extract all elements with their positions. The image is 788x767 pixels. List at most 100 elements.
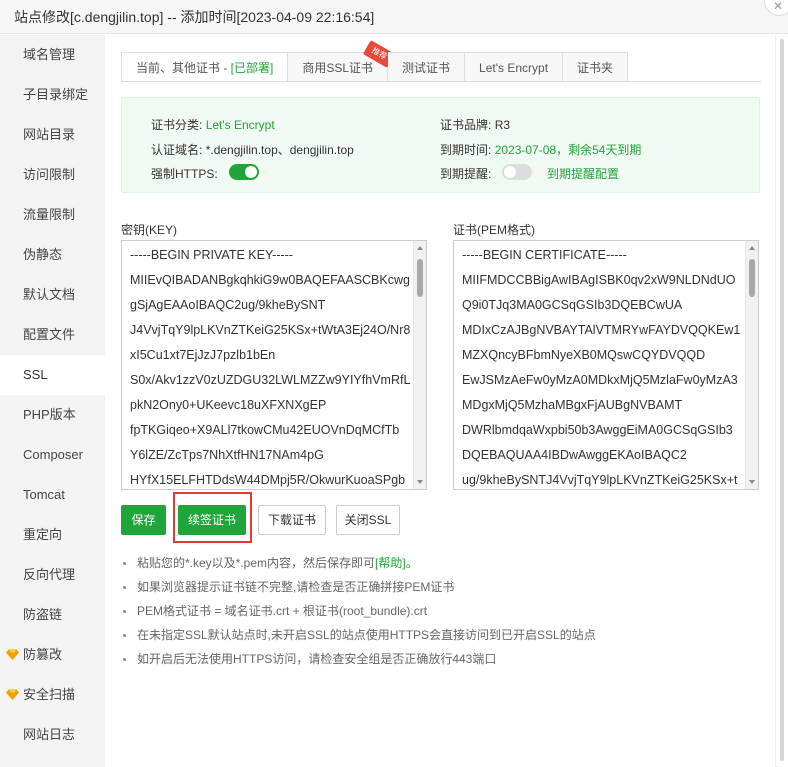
tab-lets-encrypt[interactable]: Let's Encrypt bbox=[465, 52, 564, 82]
download-cert-button[interactable]: 下载证书 bbox=[258, 505, 326, 535]
sidebar-item-label: 重定向 bbox=[23, 527, 63, 542]
cert-expire-value: 2023-07-08，剩余54天到期 bbox=[494, 143, 642, 157]
sidebar-item[interactable]: 防篡改 bbox=[0, 635, 105, 675]
expire-remind-config-link[interactable]: 到期提醒配置 bbox=[547, 165, 619, 182]
text-line: pkN2Ony0+UKeevc18uXFXNXgEP bbox=[130, 398, 327, 412]
tab-divider bbox=[121, 81, 761, 82]
tip-item: 如果浏览器提示证书链不完整,请检查是否正确拼接PEM证书 bbox=[121, 575, 761, 599]
sidebar-item-label: 子目录绑定 bbox=[23, 87, 89, 102]
scroll-thumb[interactable] bbox=[749, 259, 755, 297]
text-line: J4VvjTqY9lpLKVnZTKeiG25KSx+tWtA3Ej24O/Nr… bbox=[130, 323, 411, 337]
force-https-label: 强制HTTPS: bbox=[151, 167, 218, 181]
sidebar-item-label: SSL bbox=[23, 367, 48, 382]
page-scrollbar[interactable] bbox=[775, 35, 788, 767]
tab-commercial-ssl[interactable]: 商用SSL证书 推荐 bbox=[288, 40, 396, 82]
cert-brand: 证书品牌: R3 bbox=[440, 118, 511, 132]
text-line: EwJSMzAeFw0yMzA0MDkxMjQ5MzlaFw0yMzA3 bbox=[462, 373, 738, 387]
window-titlebar: 站点修改[c.dengjilin.top] -- 添加时间[2023-04-09… bbox=[0, 0, 788, 34]
sidebar-item[interactable]: 网站日志 bbox=[0, 715, 105, 755]
text-line: MIIFMDCCBBigAwIBAgISBK0qv2xW9NLDNdUO bbox=[462, 273, 736, 287]
tips-list: 粘贴您的*.key以及*.pem内容，然后保存即可[帮助]。 如果浏览器提示证书… bbox=[121, 551, 761, 671]
text-line: -----BEGIN PRIVATE KEY----- bbox=[130, 248, 293, 262]
sidebar-item[interactable]: 子目录绑定 bbox=[0, 75, 105, 115]
tip-item: 如开启后无法使用HTTPS访问，请检查安全组是否正确放行443端口 bbox=[121, 647, 761, 671]
key-content: -----BEGIN PRIVATE KEY----- MIIEvQIBADANB… bbox=[122, 243, 426, 489]
text-line: Y6lZE/ZcTps7NhXtfHN17NAm4pG bbox=[130, 448, 324, 462]
sidebar-item[interactable]: 反向代理 bbox=[0, 555, 105, 595]
key-scrollbar[interactable] bbox=[413, 241, 426, 489]
close-icon[interactable]: ✕ bbox=[773, 0, 783, 13]
sidebar-item-label: 域名管理 bbox=[23, 47, 76, 62]
text-line: ug/9kheBySNTJ4VvjTqY9lpLKVnZTKeiG25KSx+t bbox=[462, 473, 738, 487]
sidebar-item-label: 防篡改 bbox=[23, 647, 63, 662]
sidebar-item[interactable]: 默认文档 bbox=[0, 275, 105, 315]
scroll-down-icon[interactable] bbox=[749, 480, 755, 484]
close-ssl-button[interactable]: 关闭SSL bbox=[336, 505, 400, 535]
sidebar-item[interactable]: 流量限制 bbox=[0, 195, 105, 235]
toggle-knob bbox=[245, 166, 257, 178]
close-button[interactable]: ✕ bbox=[764, 0, 788, 16]
cert-info-box: 证书分类: Let's Encrypt 认证域名: *.dengjilin.to… bbox=[121, 97, 760, 193]
cert-label: 证书(PEM格式) bbox=[453, 223, 535, 237]
sidebar: 域名管理子目录绑定网站目录访问限制流量限制伪静态默认文档配置文件 SSL PHP版本… bbox=[0, 35, 105, 767]
force-https-toggle[interactable] bbox=[229, 164, 259, 180]
tab-cert-folder[interactable]: 证书夹 bbox=[563, 52, 629, 82]
sidebar-item[interactable]: 配置文件 bbox=[0, 315, 105, 355]
tab-current-cert[interactable]: 当前、其他证书 - [已部署] bbox=[121, 52, 289, 82]
key-label: 密钥(KEY) bbox=[121, 223, 178, 237]
save-button[interactable]: 保存 bbox=[121, 505, 166, 535]
sidebar-item-label: 配置文件 bbox=[23, 327, 76, 342]
sidebar-item[interactable]: 安全扫描 bbox=[0, 675, 105, 715]
cert-brand-value: R3 bbox=[494, 118, 511, 132]
tip-item: 在未指定SSL默认站点时,未开启SSL的站点使用HTTPS会直接访问到已开启SS… bbox=[121, 623, 761, 647]
sidebar-item-label: Composer bbox=[23, 447, 83, 462]
cert-textarea[interactable]: -----BEGIN CERTIFICATE----- MIIFMDCCBBigA… bbox=[453, 240, 759, 490]
key-textarea[interactable]: -----BEGIN PRIVATE KEY----- MIIEvQIBADANB… bbox=[121, 240, 427, 490]
ssl-panel: 当前、其他证书 - [已部署] 商用SSL证书 推荐 测试证书 Let's En… bbox=[105, 35, 775, 767]
tip-item: 粘贴您的*.key以及*.pem内容，然后保存即可[帮助]。 bbox=[121, 551, 761, 575]
text-line: Q9i0TJq3MA0GCSqGSIb3DQEBCwUA bbox=[462, 298, 683, 312]
tab-current-cert-label: 当前、其他证书 - bbox=[136, 61, 231, 75]
window-title: 站点修改[c.dengjilin.top] -- 添加时间[2023-04-09… bbox=[14, 9, 375, 25]
text-line: MDIxCzAJBgNVBAYTAlVTMRYwFAYDVQQKEw1 bbox=[462, 323, 741, 337]
ssl-tabs: 当前、其他证书 - [已部署] 商用SSL证书 推荐 测试证书 Let's En… bbox=[121, 40, 629, 82]
vip-gem-icon bbox=[6, 689, 19, 700]
sidebar-item-label: 流量限制 bbox=[23, 207, 76, 222]
sidebar-item-label: 访问限制 bbox=[23, 167, 76, 182]
text-line: MZXQncyBFbmNyeXB0MQswCQYDVQQD bbox=[462, 348, 706, 362]
cert-category-value: Let's Encrypt bbox=[205, 118, 275, 132]
sidebar-item[interactable]: 防盗链 bbox=[0, 595, 105, 635]
scroll-thumb[interactable] bbox=[417, 259, 423, 297]
cert-scrollbar[interactable] bbox=[745, 241, 758, 489]
vip-gem-icon bbox=[6, 649, 19, 660]
sidebar-item-label: 网站日志 bbox=[23, 727, 76, 742]
scroll-up-icon[interactable] bbox=[417, 246, 423, 250]
sidebar-item[interactable]: 重定向 bbox=[0, 515, 105, 555]
sidebar-item[interactable]: 网站目录 bbox=[0, 115, 105, 155]
expire-remind-toggle[interactable] bbox=[502, 164, 532, 180]
sidebar-item[interactable]: SSL bbox=[0, 355, 105, 395]
sidebar-item[interactable]: 访问限制 bbox=[0, 155, 105, 195]
sidebar-item[interactable]: PHP版本 bbox=[0, 395, 105, 435]
text-line: MIIEvQIBADANBgkqhkiG9w0BAQEFAASCBKcwg bbox=[130, 273, 410, 287]
sidebar-item-label: 网站目录 bbox=[23, 127, 76, 142]
sidebar-item-label: 伪静态 bbox=[23, 247, 63, 262]
text-line: gSjAgEAAoIBAQC2ug/9kheBySNT bbox=[130, 298, 326, 312]
cert-domain: 认证域名: *.dengjilin.top、dengjilin.top bbox=[151, 143, 354, 157]
sidebar-item-label: 反向代理 bbox=[23, 567, 76, 582]
sidebar-item[interactable]: 伪静态 bbox=[0, 235, 105, 275]
help-link[interactable]: [帮助] bbox=[375, 556, 406, 570]
deployed-status: [已部署] bbox=[230, 61, 274, 75]
sidebar-item[interactable]: Composer bbox=[0, 435, 105, 475]
sidebar-item-label: 安全扫描 bbox=[23, 687, 76, 702]
scroll-down-icon[interactable] bbox=[417, 480, 423, 484]
scroll-up-icon[interactable] bbox=[749, 246, 755, 250]
sidebar-item[interactable]: 域名管理 bbox=[0, 35, 105, 75]
page-scroll-thumb[interactable] bbox=[780, 39, 784, 761]
text-line: fpTKGiqeo+X9ALl7tkowCMu42EUOVnDqMCfTb bbox=[130, 423, 400, 437]
tab-test-cert[interactable]: 测试证书 bbox=[388, 52, 466, 82]
toggle-knob bbox=[504, 166, 516, 178]
sidebar-item[interactable]: Tomcat bbox=[0, 475, 105, 515]
renew-cert-button[interactable]: 续签证书 bbox=[178, 505, 246, 535]
sidebar-item-label: 默认文档 bbox=[23, 287, 76, 302]
